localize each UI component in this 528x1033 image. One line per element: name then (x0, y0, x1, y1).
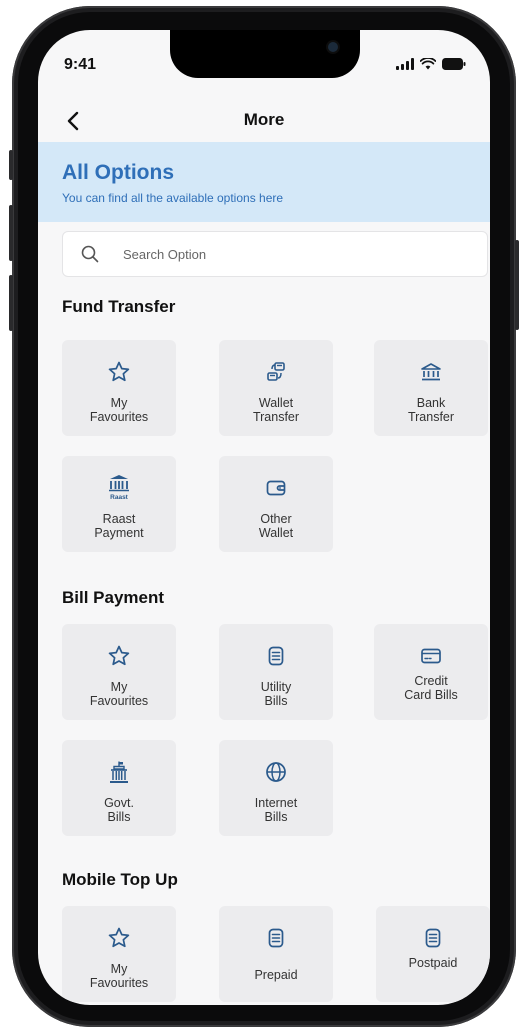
bank-icon (421, 363, 441, 381)
search-icon (81, 245, 99, 263)
all-options-banner: All Options You can find all the availab… (38, 142, 490, 222)
tile-label: My Favourites (89, 680, 149, 708)
section-title-mobile-top-up: Mobile Top Up (62, 870, 178, 889)
status-icons (396, 58, 466, 70)
globe-icon (266, 762, 286, 782)
power-button (515, 240, 519, 330)
wallet-transfer-icon (267, 362, 285, 381)
tile-label: Wallet Transfer (252, 396, 300, 424)
silent-switch (9, 150, 13, 180)
tile-label: My Favourites (89, 962, 149, 990)
battery-icon (442, 58, 466, 70)
section-title-bill-payment: Bill Payment (62, 588, 165, 607)
volume-down-button (9, 275, 13, 331)
page-title: More (243, 110, 285, 129)
tile-label: My Favourites (89, 396, 149, 424)
bill-icon (425, 928, 441, 948)
front-camera (328, 42, 338, 52)
tile-label: Internet Bills (254, 796, 298, 824)
tile-label: Raast Payment (94, 512, 144, 540)
nav-bar: More (38, 100, 490, 142)
cellular-signal-icon (396, 58, 414, 70)
wallet-icon (266, 480, 286, 496)
government-building-icon (110, 761, 128, 783)
search-bar[interactable] (62, 231, 488, 277)
section-title-fund-transfer: Fund Transfer (62, 297, 176, 316)
raast-icon: Raast (109, 475, 129, 501)
wifi-icon (420, 58, 436, 70)
tile-govt-bills[interactable]: Govt. Bills (62, 740, 176, 836)
tile-raast-payment[interactable]: Raast Raast Payment (62, 456, 176, 552)
tile-label: Other Wallet (258, 512, 294, 540)
credit-card-icon (421, 648, 441, 664)
search-input[interactable] (123, 244, 423, 264)
bill-icon (268, 646, 284, 666)
volume-up-button (9, 205, 13, 261)
tile-fund-my-favourites[interactable]: My Favourites (62, 340, 176, 436)
tile-label: Bank Transfer (407, 396, 455, 424)
banner-title: All Options (62, 161, 174, 184)
tile-label: Govt. Bills (104, 796, 134, 824)
tile-topup-my-favourites[interactable]: My Favourites (62, 906, 176, 1002)
tile-postpaid[interactable]: Postpaid (376, 906, 490, 1002)
tile-utility-bills[interactable]: Utility Bills (219, 624, 333, 720)
notch (170, 30, 360, 78)
tile-label: Utility Bills (260, 680, 292, 708)
tile-label: Prepaid (254, 968, 298, 982)
banner-subtitle: You can find all the available options h… (62, 191, 284, 205)
tile-other-wallet[interactable]: Other Wallet (219, 456, 333, 552)
tile-label: Postpaid (408, 956, 458, 970)
star-icon (108, 927, 130, 948)
bill-icon (268, 928, 284, 948)
tile-bill-my-favourites[interactable]: My Favourites (62, 624, 176, 720)
app-screen: 9:41 More All Options You can find all t… (38, 30, 490, 1005)
status-time: 9:41 (64, 56, 97, 73)
star-icon (108, 645, 130, 666)
tile-label: Credit Card Bills (404, 674, 458, 702)
raast-logo-text: Raast (110, 494, 129, 501)
tile-internet-bills[interactable]: Internet Bills (219, 740, 333, 836)
tile-wallet-transfer[interactable]: Wallet Transfer (219, 340, 333, 436)
tile-bank-transfer[interactable]: Bank Transfer (374, 340, 488, 436)
star-icon (108, 361, 130, 382)
tile-prepaid[interactable]: Prepaid (219, 906, 333, 1002)
tile-credit-card-bills[interactable]: Credit Card Bills (374, 624, 488, 720)
